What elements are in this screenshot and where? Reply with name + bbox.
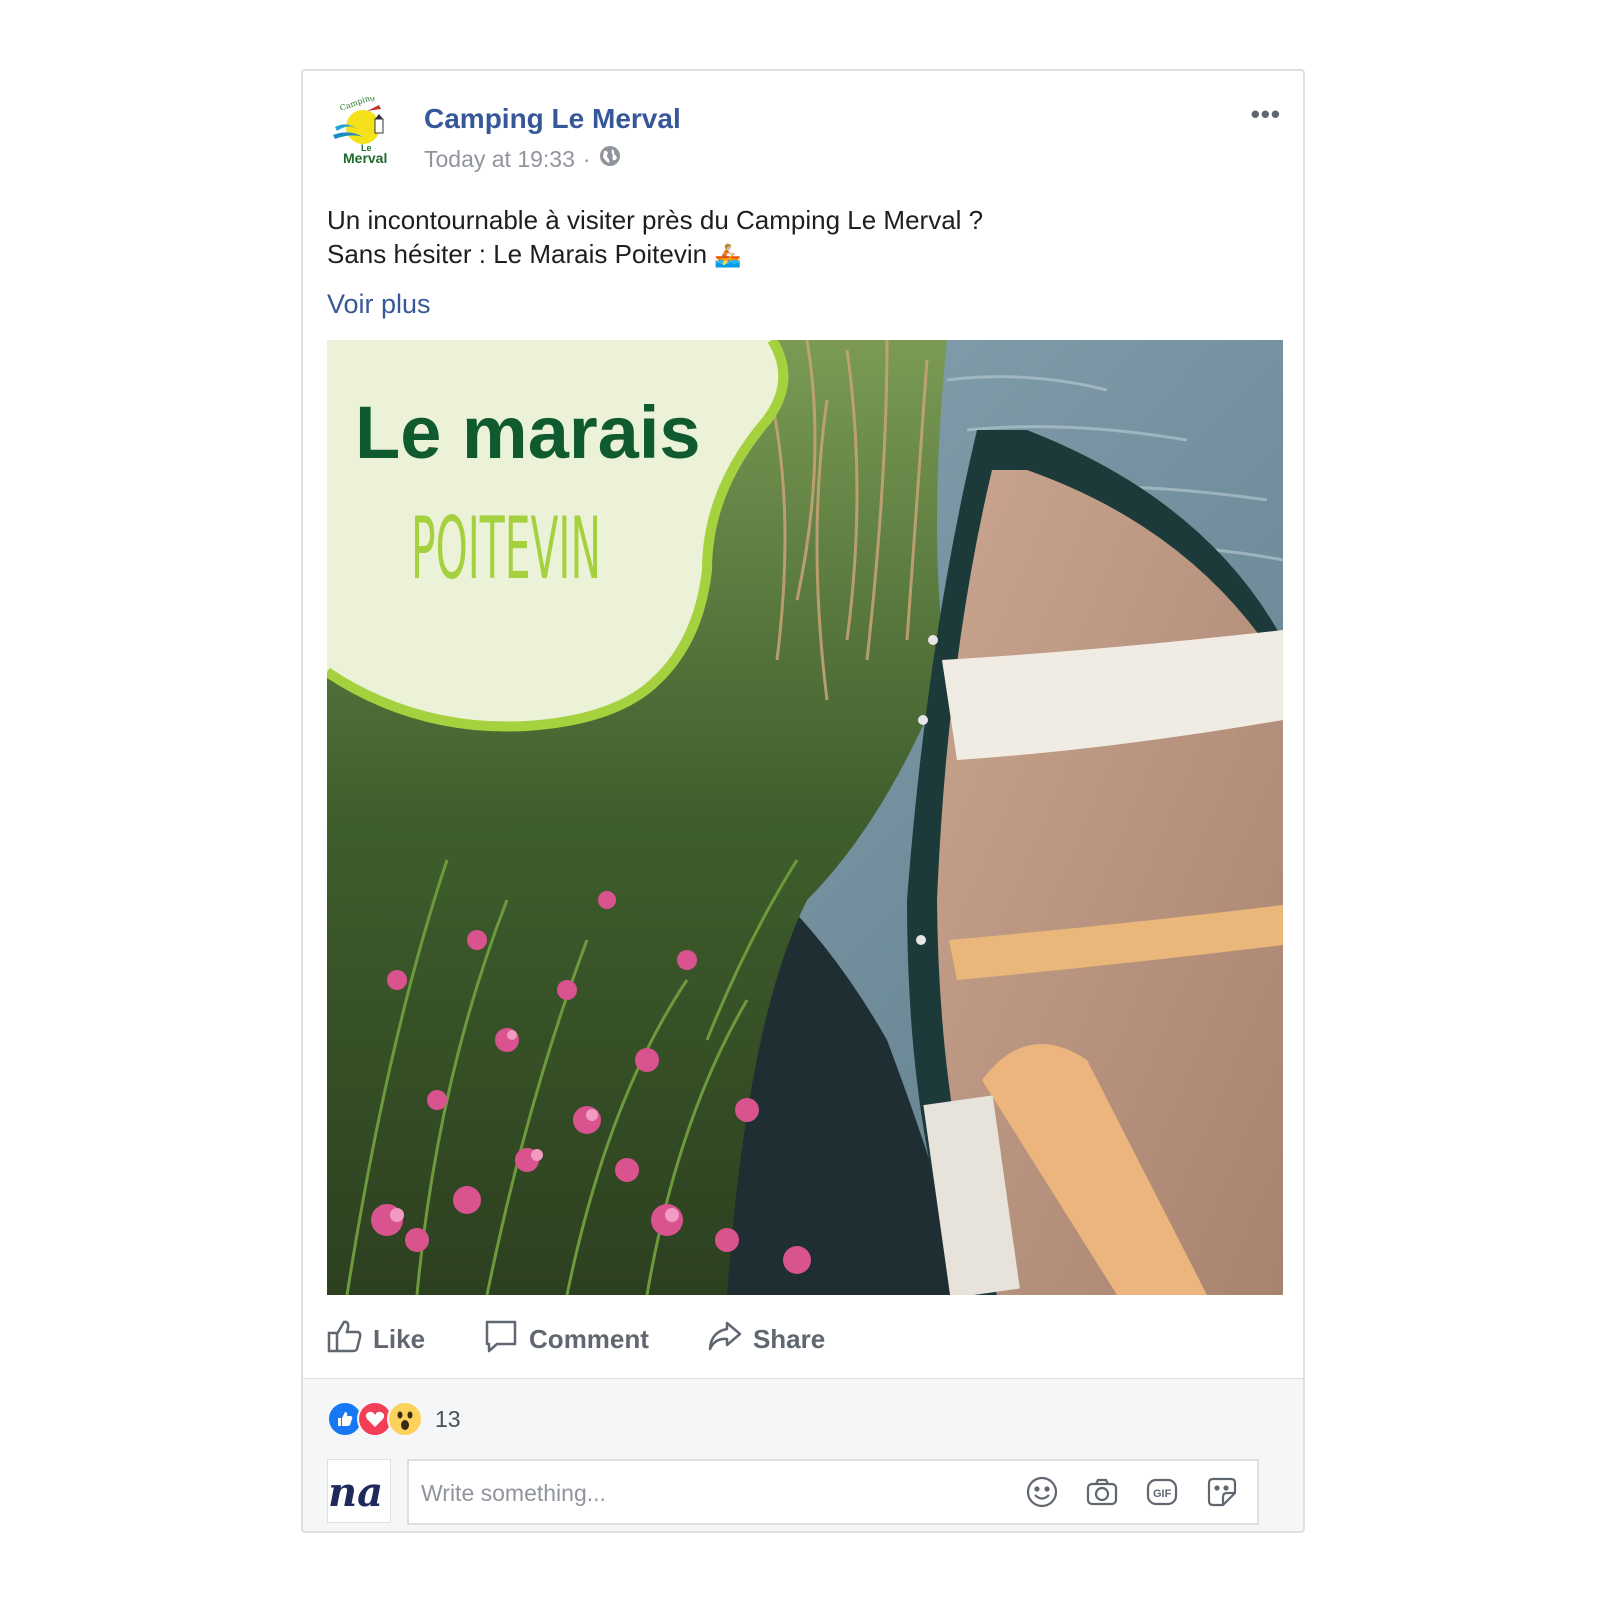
post-text-line2: Sans hésiter : Le Marais Poitevin [327, 239, 708, 269]
rowboat-emoji: 🚣🏼 [714, 243, 742, 268]
page-avatar[interactable]: Camping Le Merval [327, 92, 397, 167]
wow-reaction-icon [387, 1401, 423, 1437]
thumbs-up-icon [327, 1318, 363, 1361]
comment-composer: GIF [407, 1459, 1259, 1525]
user-avatar-text: na [328, 1469, 383, 1516]
reactions-summary[interactable]: 13 [327, 1401, 461, 1437]
camping-logo: Camping Le Merval [333, 92, 387, 166]
post-actions-bar: Like Comment Share [327, 1311, 883, 1367]
image-subtitle: POITEVIN [411, 499, 601, 599]
post-image[interactable]: Le marais POITEVIN [327, 340, 1283, 1295]
comment-button[interactable]: Comment [483, 1318, 649, 1361]
reaction-count[interactable]: 13 [435, 1406, 461, 1433]
post-footer: 13 na Write something... GIF [303, 1378, 1303, 1531]
marais-photo: Le marais POITEVIN [327, 340, 1283, 1295]
emoji-icon[interactable] [1025, 1475, 1059, 1509]
page-name-link[interactable]: Camping Le Merval [424, 103, 681, 135]
like-label: Like [373, 1323, 426, 1354]
post-card: Camping Le Merval Camping Le Merval Toda… [301, 69, 1305, 1533]
see-more-link[interactable]: Voir plus [327, 289, 431, 320]
composer-icons: GIF [1025, 1475, 1239, 1509]
user-avatar[interactable]: na [327, 1459, 391, 1523]
post-meta: Today at 19:33 · [424, 145, 621, 173]
comment-input[interactable] [419, 1471, 1023, 1515]
sticker-icon[interactable] [1205, 1475, 1239, 1509]
post-text-line2-wrap: Sans hésiter : Le Marais Poitevin 🚣🏼 [327, 237, 983, 273]
meta-separator: · [582, 145, 591, 172]
share-icon [707, 1318, 743, 1361]
share-button[interactable]: Share [707, 1318, 825, 1361]
post-text: Un incontournable à visiter près du Camp… [327, 203, 983, 273]
svg-text:GIF: GIF [1153, 1488, 1172, 1500]
comment-icon [483, 1318, 519, 1361]
post-text-line1: Un incontournable à visiter près du Camp… [327, 205, 984, 235]
camera-icon[interactable] [1085, 1475, 1119, 1509]
share-label: Share [752, 1323, 826, 1354]
globe-icon[interactable] [599, 145, 621, 173]
post-timestamp[interactable]: Today at 19:33 [424, 146, 575, 173]
image-title: Le marais [355, 391, 701, 474]
more-options-icon[interactable]: ••• [1251, 99, 1281, 130]
gif-icon[interactable]: GIF [1145, 1475, 1179, 1509]
like-button[interactable]: Like [327, 1318, 425, 1361]
comment-label: Comment [529, 1323, 649, 1354]
logo-line2: Merval [343, 150, 387, 166]
